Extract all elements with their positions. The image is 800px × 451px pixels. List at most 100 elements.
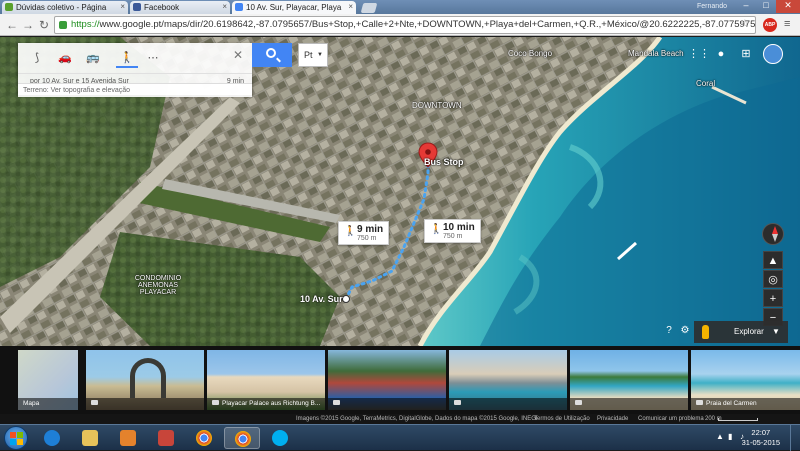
photo-thumbnail[interactable]: Praia del Carmen [691, 350, 800, 410]
walk-icon: 🚶 [430, 224, 443, 235]
tool-app[interactable] [148, 427, 184, 449]
tool-icon [158, 430, 174, 446]
photo-thumbnail[interactable] [86, 350, 204, 410]
callout-time: 10 min [443, 222, 475, 233]
tab-facebook[interactable]: Facebook × [130, 1, 230, 14]
satellite-map[interactable]: ⟆ 🚗 🚌 🚶 ⋯ ✕ por 10 Av. Sur e 15 Avenida … [0, 37, 800, 346]
maps-favicon-icon [235, 3, 243, 11]
zoom-in-button[interactable]: + [763, 289, 783, 307]
route-callout-primary[interactable]: 🚶 9 min 750 m [338, 221, 390, 245]
chevron-down-icon: ▼ [772, 327, 780, 336]
transit-icon[interactable]: 🚌 [82, 48, 104, 68]
window-close-icon[interactable]: ✕ [776, 0, 800, 13]
map-label-downtown: DOWNTOWN [412, 101, 462, 110]
compass-icon[interactable] [762, 223, 784, 245]
copyright-text: Imagens ©2015 Google, TerraMetrics, Digi… [296, 416, 538, 422]
map-thumbnail[interactable]: Mapa [18, 350, 78, 410]
explore-button[interactable]: Explorar ▼ [694, 321, 788, 343]
report-problem-link[interactable]: Comunicar um problema [638, 414, 704, 424]
share-icon[interactable]: ⊞ [737, 45, 755, 63]
map-label-mandala-beach[interactable]: Mandala Beach [628, 49, 684, 58]
tab-title: 10 Av. Sur, Playacar, Playa [246, 3, 342, 12]
media-player-icon [120, 430, 136, 446]
walk-icon: 🚶 [344, 226, 357, 237]
photo-thumbnail[interactable]: Playacar Palace aus Richtung B... [207, 350, 325, 410]
language-select[interactable]: Pt ▼ [298, 43, 328, 67]
terrain-hint: Ver topografia e elevação [50, 87, 131, 94]
thumbnail-caption: Mapa [18, 398, 78, 410]
windows-taskbar: ▲ ▮ ♪ 22:07 31-05-2015 [0, 424, 800, 451]
language-value: Pt [304, 50, 313, 60]
more-modes-icon[interactable]: ⋯ [142, 48, 164, 68]
pegman-icon [702, 325, 709, 339]
terrain-toggle[interactable]: Terreno: Ver topografia e elevação [18, 83, 252, 97]
facebook-favicon-icon [133, 3, 141, 11]
walk-icon[interactable]: 🚶 [116, 48, 138, 68]
route-callout-alternate[interactable]: 🚶 10 min 750 m [424, 219, 481, 243]
new-tab-button[interactable] [360, 3, 378, 13]
tilt-icon[interactable]: ▲ [763, 251, 783, 269]
map-label-start[interactable]: 10 Av. Sur [300, 294, 343, 304]
browser-tab-strip: Dúvidas coletivo - Página × Facebook × 1… [0, 0, 800, 14]
clock-date: 31-05-2015 [741, 438, 780, 447]
camera-icon [91, 400, 98, 405]
thumbnail-caption [570, 398, 688, 410]
browser-menu-icon[interactable]: ≡ [784, 18, 794, 30]
map-label-coral[interactable]: Coral [696, 79, 715, 88]
show-desktop-button[interactable] [790, 425, 800, 451]
internet-explorer-app[interactable] [34, 427, 70, 449]
reload-icon[interactable]: ↻ [36, 17, 52, 33]
apps-grid-icon[interactable]: ⋮⋮ [688, 45, 710, 63]
car-icon[interactable]: 🚗 [54, 48, 76, 68]
search-button[interactable] [252, 43, 292, 67]
maximize-icon[interactable]: □ [756, 0, 776, 13]
close-tab-icon[interactable]: × [222, 2, 227, 11]
tab-google-maps[interactable]: 10 Av. Sur, Playacar, Playa × [232, 1, 356, 14]
notifications-icon[interactable]: ● [712, 45, 730, 63]
forward-icon[interactable]: → [20, 17, 36, 33]
best-route-icon[interactable]: ⟆ [26, 48, 48, 68]
skype-app[interactable] [262, 427, 298, 449]
chrome-active-app[interactable] [224, 427, 260, 449]
help-icon[interactable]: ? [662, 324, 676, 338]
media-player-app[interactable] [110, 427, 146, 449]
callout-time: 9 min [357, 224, 384, 235]
photo-thumbnail[interactable] [328, 350, 446, 410]
camera-icon [212, 400, 219, 405]
internet-explorer-icon [44, 430, 60, 446]
map-label-condominio: CONDOMINIO ANEMONAS PLAYACAR [134, 275, 182, 296]
file-explorer-app[interactable] [72, 427, 108, 449]
close-tab-icon[interactable]: × [348, 2, 353, 11]
avatar[interactable] [763, 44, 783, 64]
close-directions-icon[interactable]: ✕ [233, 48, 243, 62]
url-scheme: https:// [71, 19, 100, 30]
settings-icon[interactable]: ⚙ [678, 324, 692, 338]
clock-time: 22:07 [751, 428, 771, 437]
tab-duvidas[interactable]: Dúvidas coletivo - Página × [2, 1, 128, 14]
explore-label: Explorar [734, 327, 764, 336]
thumbnail-caption: Playacar Palace aus Richtung B... [207, 398, 325, 410]
bookmark-star-icon[interactable]: ☆ [740, 17, 750, 30]
clock[interactable]: 22:07 31-05-2015 [742, 428, 780, 448]
callout-distance: 750 m [443, 233, 463, 240]
minimize-icon[interactable]: – [736, 0, 756, 13]
camera-icon [575, 400, 582, 405]
map-label-bus-stop[interactable]: Bus Stop [424, 157, 464, 167]
privacy-link[interactable]: Privacidade [597, 414, 628, 424]
chrome-icon [235, 431, 251, 447]
photo-thumbnail[interactable] [449, 350, 567, 410]
back-icon[interactable]: ← [4, 17, 20, 33]
show-hidden-icons-icon[interactable]: ▲ [716, 432, 724, 441]
my-location-icon[interactable]: ◎ [763, 270, 783, 288]
start-button[interactable] [4, 426, 28, 450]
photo-thumbnail[interactable] [570, 350, 688, 410]
network-icon[interactable]: ▮ [728, 432, 732, 441]
map-label-coco-bongo[interactable]: Coco Bongo [508, 49, 552, 58]
chrome-app[interactable] [186, 427, 222, 449]
close-tab-icon[interactable]: × [120, 2, 125, 11]
profile-name[interactable]: Fernando [690, 0, 734, 13]
terms-link[interactable]: Termos de Utilização [534, 414, 590, 424]
skype-icon [272, 430, 288, 446]
address-bar[interactable]: https://www.google.pt/maps/dir/20.619864… [54, 16, 756, 34]
adblock-icon[interactable]: ABP [763, 18, 777, 32]
